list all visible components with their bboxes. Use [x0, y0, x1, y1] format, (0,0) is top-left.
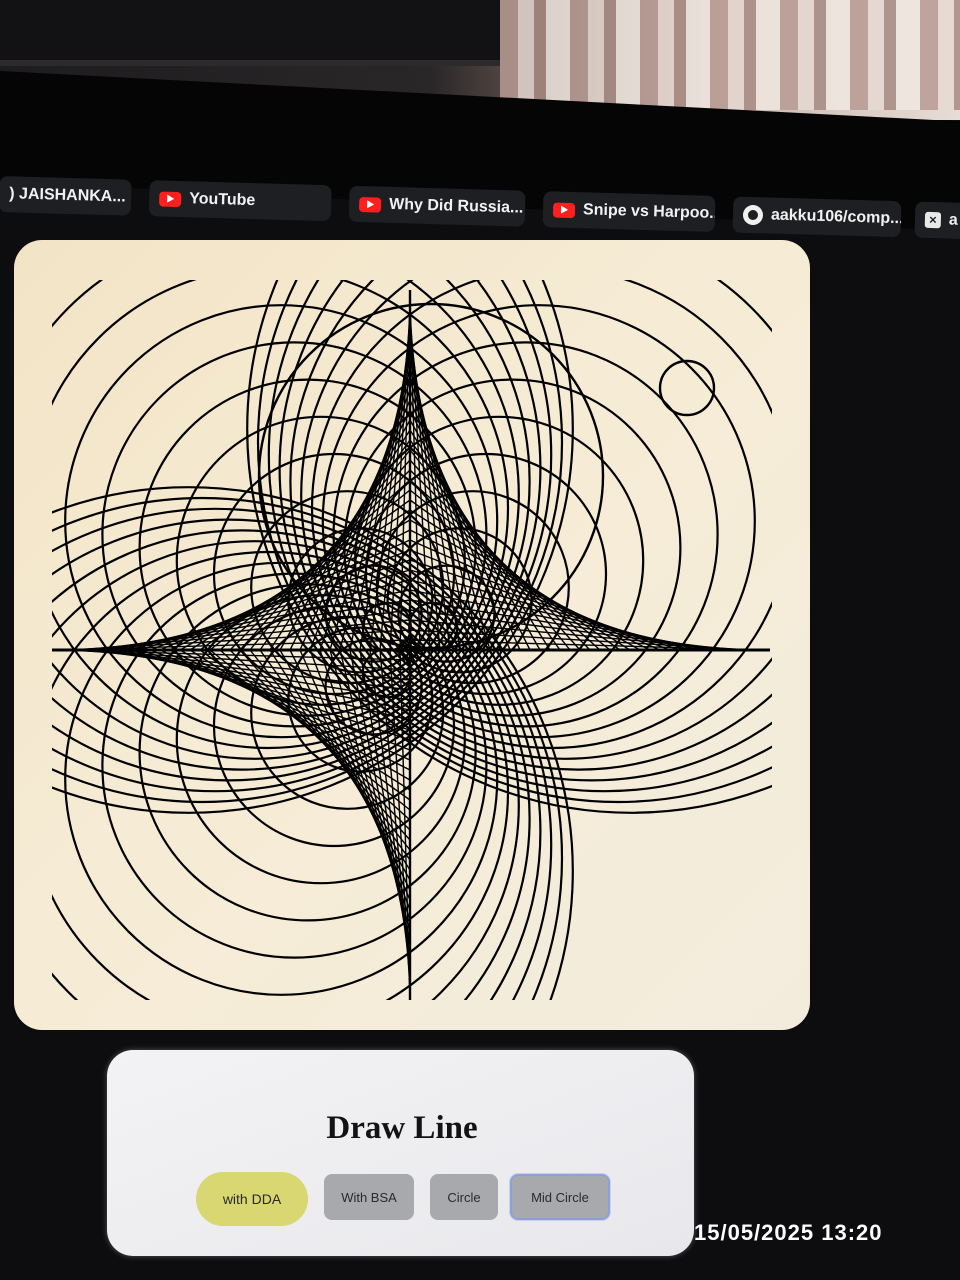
tab-partial[interactable]: × a [914, 201, 960, 240]
drawn-circle [658, 359, 716, 417]
dda-button[interactable]: with DDA [196, 1172, 308, 1226]
panel-title: Draw Line [326, 1110, 478, 1146]
tab-why-did-russia[interactable]: Why Did Russia... [348, 185, 526, 227]
tab-label: aakku106/comp... [770, 206, 902, 228]
github-icon [742, 204, 764, 226]
drawing-canvas[interactable] [14, 240, 810, 1030]
drawn-circle [64, 304, 499, 739]
tab-label: Why Did Russia... [388, 195, 524, 217]
tab-label: ) JAISHANKA... [9, 185, 126, 206]
drawn-circle [321, 304, 756, 739]
tab-label: Snipe vs Harpoo... [582, 201, 716, 223]
youtube-icon [358, 196, 382, 213]
window-curtain [500, 0, 960, 110]
photo-timestamp: 15/05/2025 13:20 [694, 1220, 883, 1245]
tab-youtube[interactable]: YouTube [148, 180, 332, 222]
bsa-button[interactable]: With BSA [324, 1174, 414, 1220]
tab-github-repo[interactable]: aakku106/comp... [732, 196, 902, 238]
tab-label: YouTube [188, 190, 256, 210]
tab-snipe-vs-harpoon[interactable]: Snipe vs Harpoo... [542, 191, 716, 232]
picture-frame [0, 0, 500, 66]
tab-label: a [948, 211, 959, 229]
drawn-circle [267, 280, 772, 793]
drawn-circle [64, 561, 499, 996]
control-panel: Draw Line with DDA With BSA Circle Mid C… [107, 1050, 694, 1256]
close-square-icon: × [924, 211, 942, 229]
youtube-icon [159, 190, 182, 207]
pattern-group [52, 280, 772, 1000]
canvas-drawing [52, 280, 772, 1000]
mid-circle-button[interactable]: Mid Circle [510, 1174, 610, 1220]
youtube-icon [552, 201, 576, 218]
circle-button[interactable]: Circle [430, 1174, 498, 1220]
tab-jaishankar[interactable]: ) JAISHANKA... [0, 175, 132, 216]
